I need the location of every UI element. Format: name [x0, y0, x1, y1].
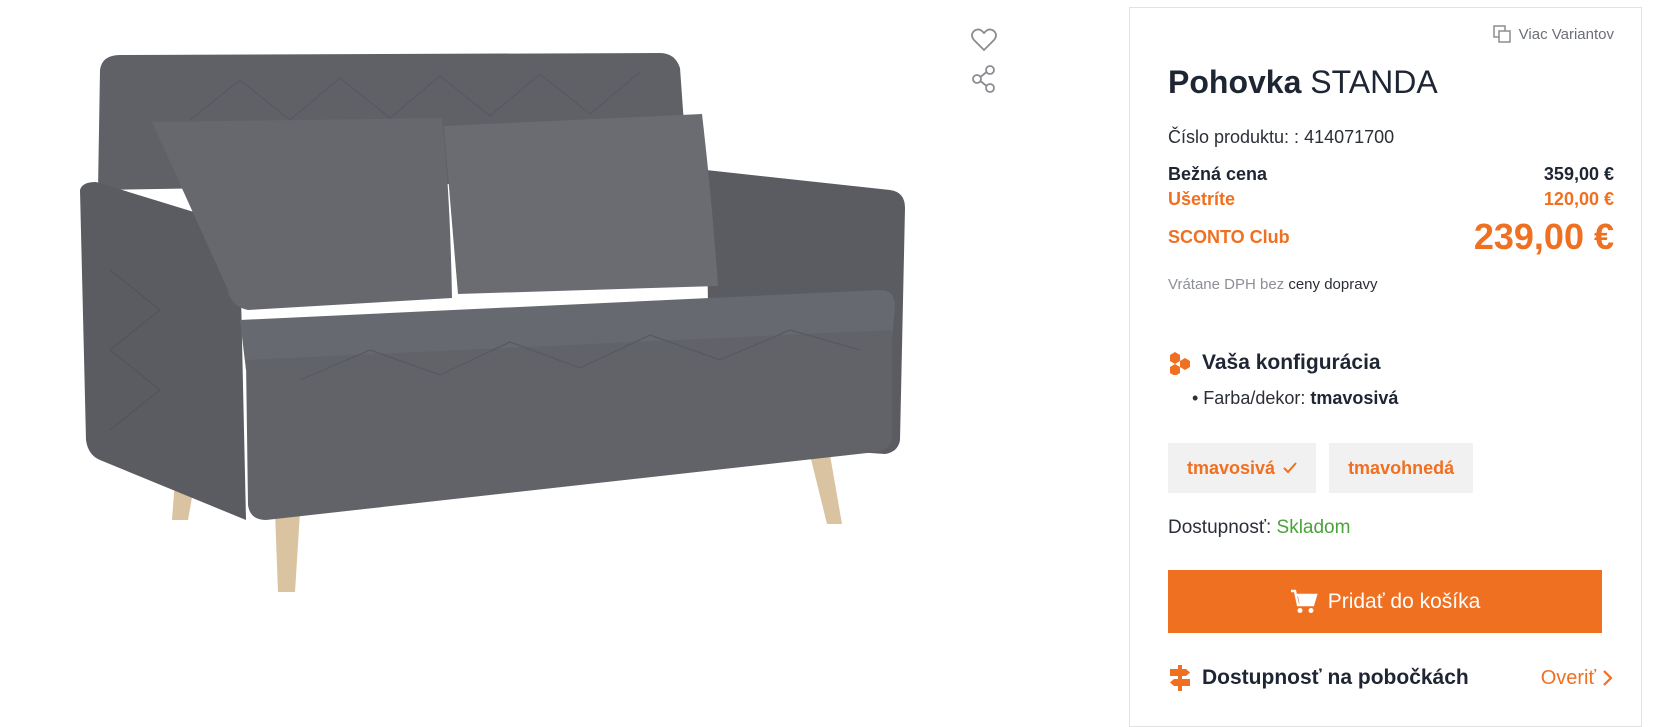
vat-note: Vrátane DPH bez ceny dopravy — [1168, 276, 1378, 293]
cart-icon — [1290, 589, 1318, 613]
product-number-value: 414071700 — [1304, 127, 1395, 147]
more-variants-label: Viac Variantov — [1518, 25, 1614, 43]
heart-icon — [971, 28, 997, 52]
share-button[interactable] — [967, 62, 1001, 96]
product-number-label: Číslo produktu: : — [1168, 127, 1300, 147]
availability: Dostupnosť: Skladom — [1168, 517, 1350, 539]
copy-icon — [1492, 25, 1511, 43]
config-color-item: • Farba/dekor: tmavosivá — [1192, 388, 1398, 409]
product-image-sofa[interactable] — [70, 50, 970, 640]
shipping-cost-link[interactable]: ceny dopravy — [1288, 276, 1377, 293]
signpost-icon — [1170, 665, 1190, 691]
product-title: Pohovka STANDA — [1168, 64, 1438, 101]
availability-status: Skladom — [1276, 517, 1351, 538]
club-price-value: 239,00 € — [1473, 216, 1614, 257]
check-store-label: Overiť — [1540, 666, 1596, 689]
check-store-link[interactable]: Overiť — [1541, 667, 1614, 690]
config-color-value: tmavosivá — [1310, 388, 1399, 408]
configuration-title: Vaša konfigurácia — [1202, 351, 1381, 374]
savings-label: Ušetríte — [1168, 189, 1236, 209]
regular-price-value: 359,00 € — [1543, 164, 1614, 184]
regular-price-row: Bežná cena 359,00 € — [1168, 164, 1614, 185]
add-to-cart-button[interactable]: Pridať do košíka — [1168, 570, 1602, 633]
color-option-label: tmavosivá — [1187, 457, 1276, 478]
wishlist-heart-button[interactable] — [967, 23, 1001, 57]
color-option-tmavosiva[interactable]: tmavosivá — [1168, 443, 1317, 493]
product-number: Číslo produktu: : 414071700 — [1168, 127, 1394, 148]
product-title-model: STANDA — [1310, 64, 1438, 100]
club-price-row: SCONTO Club 239,00 € — [1168, 216, 1614, 258]
configuration-heading: Vaša konfigurácia — [1168, 351, 1381, 375]
color-option-tmavohneda[interactable]: tmavohnedá — [1329, 443, 1474, 493]
add-to-cart-label: Pridať do košíka — [1327, 589, 1481, 613]
store-availability-label: Dostupnosť na pobočkách — [1202, 666, 1469, 689]
vat-text: Vrátane DPH bez — [1168, 276, 1285, 293]
share-icon — [972, 65, 995, 93]
store-availability-row: Dostupnosť na pobočkách Overiť — [1168, 664, 1614, 692]
product-info-panel: Viac Variantov Pohovka STANDA Číslo prod… — [1129, 7, 1642, 727]
product-title-type: Pohovka — [1168, 64, 1302, 100]
check-icon — [1283, 462, 1297, 474]
color-options: tmavosivá tmavohnedá — [1168, 443, 1474, 493]
regular-price-label: Bežná cena — [1168, 164, 1268, 184]
savings-row: Ušetríte 120,00 € — [1168, 189, 1614, 210]
config-icon — [1170, 352, 1190, 375]
chevron-right-icon — [1603, 670, 1613, 686]
availability-label: Dostupnosť: — [1168, 517, 1272, 538]
club-price-label: SCONTO Club — [1168, 226, 1290, 247]
color-option-label: tmavohnedá — [1348, 457, 1455, 478]
more-variants-link[interactable]: Viac Variantov — [1492, 25, 1614, 43]
savings-value: 120,00 € — [1543, 189, 1614, 209]
product-gallery — [0, 0, 1125, 710]
store-availability: Dostupnosť na pobočkách — [1168, 664, 1469, 692]
config-color-label: • Farba/dekor: — [1192, 388, 1306, 408]
